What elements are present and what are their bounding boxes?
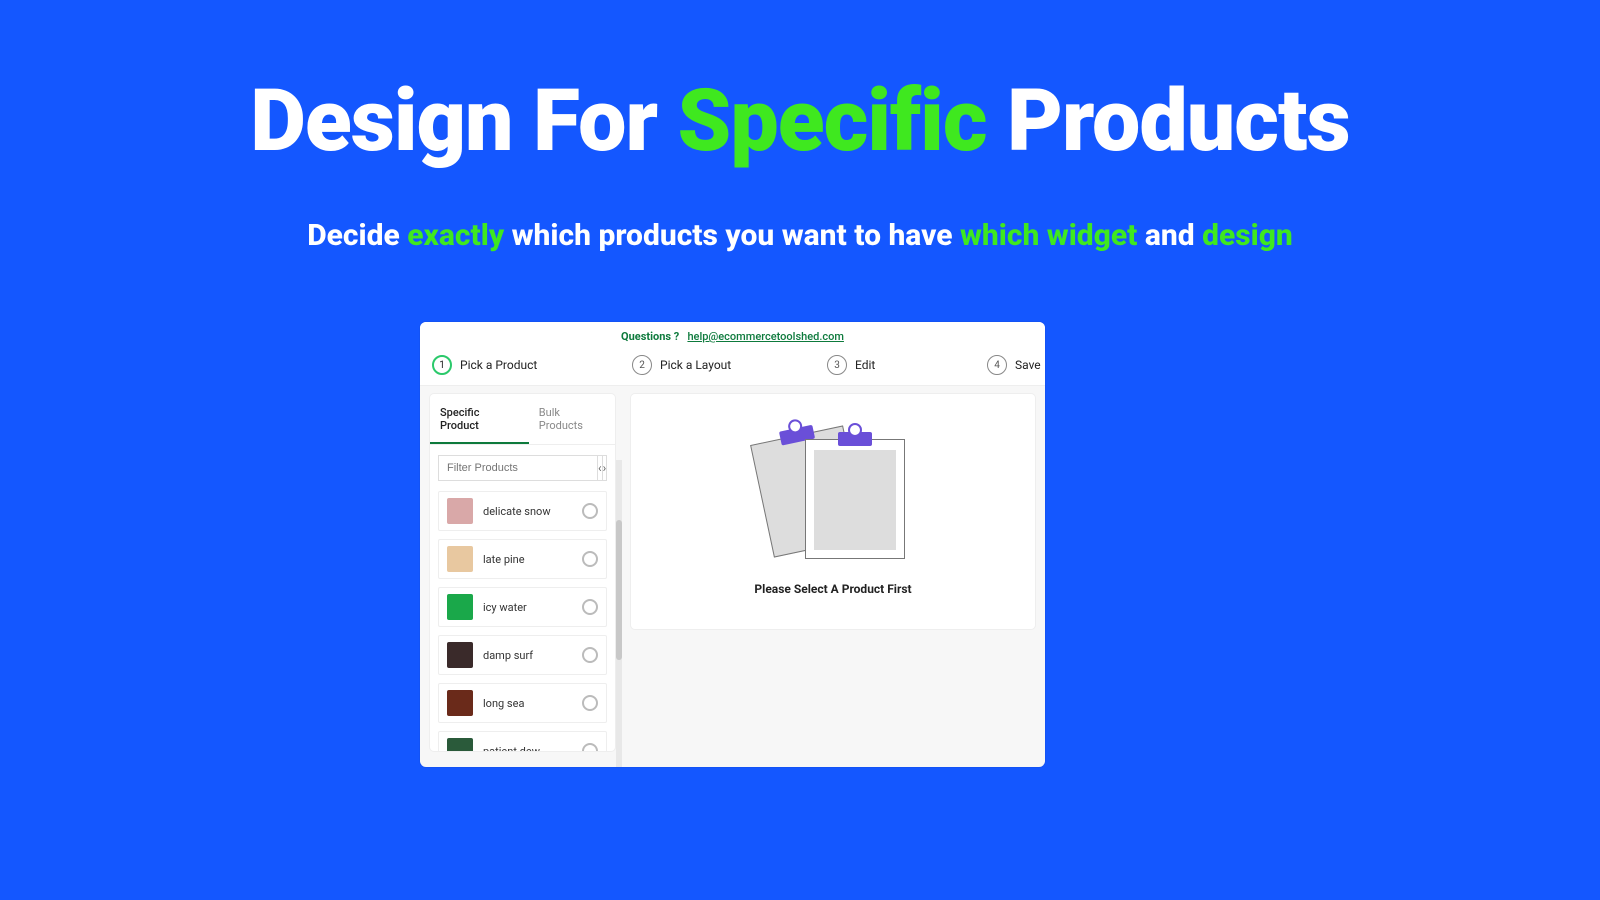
- clip-icon: [838, 432, 872, 446]
- product-thumbnail: [447, 594, 473, 620]
- product-name: patient dew: [483, 745, 572, 752]
- product-radio[interactable]: [582, 695, 598, 711]
- product-thumbnail: [447, 642, 473, 668]
- app-body: Specific Product Bulk Products ‹ › delic…: [420, 386, 1045, 751]
- product-radio[interactable]: [582, 599, 598, 615]
- chevron-right-icon: ›: [603, 461, 607, 475]
- step-label: Pick a Product: [460, 358, 537, 372]
- hero-title-accent: Specific: [678, 70, 987, 171]
- product-row[interactable]: late pine: [438, 539, 607, 579]
- step-num: 4: [987, 355, 1007, 375]
- product-name: late pine: [483, 553, 572, 566]
- product-row[interactable]: damp surf: [438, 635, 607, 675]
- step-num: 2: [632, 355, 652, 375]
- help-email-link[interactable]: help@ecommercetoolshed.com: [687, 330, 844, 343]
- product-tabs: Specific Product Bulk Products: [430, 394, 615, 445]
- step-num: 3: [827, 355, 847, 375]
- product-row[interactable]: icy water: [438, 587, 607, 627]
- chevron-left-icon: ‹: [598, 461, 602, 475]
- step-num: 1: [432, 355, 452, 375]
- help-label: Questions ?: [621, 330, 679, 343]
- scrollbar-track[interactable]: [616, 460, 622, 767]
- product-row[interactable]: patient dew: [438, 731, 607, 751]
- product-row[interactable]: long sea: [438, 683, 607, 723]
- product-thumbnail: [447, 738, 473, 751]
- hero-subtitle: Decide exactly which products you want t…: [0, 218, 1600, 253]
- step-edit[interactable]: 3 Edit: [827, 355, 987, 375]
- product-name: icy water: [483, 601, 572, 614]
- product-radio[interactable]: [582, 743, 598, 751]
- tab-bulk-products[interactable]: Bulk Products: [529, 394, 615, 444]
- clipboard-placeholder-icon: [743, 404, 923, 574]
- tab-specific-product[interactable]: Specific Product: [430, 394, 529, 444]
- hero-title: Design For Specific Products: [0, 70, 1600, 171]
- product-radio[interactable]: [582, 503, 598, 519]
- stepper: 1 Pick a Product 2 Pick a Layout 3 Edit …: [420, 349, 1045, 385]
- product-thumbnail: [447, 546, 473, 572]
- product-thumbnail: [447, 690, 473, 716]
- app-window: Questions ? help@ecommercetoolshed.com 1…: [420, 322, 1045, 767]
- hero-title-pre: Design For: [250, 70, 677, 171]
- step-pick-layout[interactable]: 2 Pick a Layout: [632, 355, 827, 375]
- product-name: long sea: [483, 697, 572, 710]
- filter-row: ‹ ›: [430, 445, 615, 491]
- step-pick-product[interactable]: 1 Pick a Product: [432, 355, 632, 375]
- product-radio[interactable]: [582, 647, 598, 663]
- step-label: Save: [1015, 358, 1041, 372]
- help-line: Questions ? help@ecommercetoolshed.com: [420, 330, 1045, 349]
- pager-next-button[interactable]: ›: [603, 455, 608, 481]
- topbar: Questions ? help@ecommercetoolshed.com 1…: [420, 322, 1045, 386]
- scrollbar-thumb[interactable]: [616, 520, 622, 660]
- hero-title-post: Products: [987, 70, 1350, 171]
- filter-products-input[interactable]: [438, 455, 597, 481]
- clipboard-front-icon: [805, 439, 905, 559]
- product-panel: Specific Product Bulk Products ‹ › delic…: [430, 394, 615, 751]
- product-list: delicate snow late pine icy water damp surf…: [430, 491, 615, 751]
- step-label: Edit: [855, 358, 875, 372]
- product-name: damp surf: [483, 649, 572, 662]
- step-label: Pick a Layout: [660, 358, 731, 372]
- product-thumbnail: [447, 498, 473, 524]
- preview-panel: Please Select A Product First: [631, 394, 1035, 629]
- placeholder-text: Please Select A Product First: [754, 582, 911, 596]
- step-save[interactable]: 4 Save: [987, 355, 1041, 375]
- product-row[interactable]: delicate snow: [438, 491, 607, 531]
- product-name: delicate snow: [483, 505, 572, 518]
- product-radio[interactable]: [582, 551, 598, 567]
